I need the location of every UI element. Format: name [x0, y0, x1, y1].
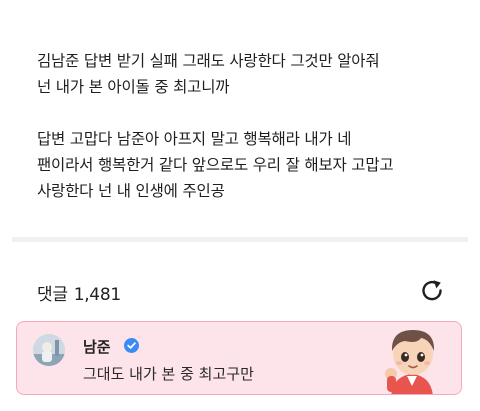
post-body: 김남준 답변 받기 실패 그래도 사랑한다 그것만 알아줘 넌 내가 본 아이돌… [37, 48, 457, 204]
post-paragraph-1: 김남준 답변 받기 실패 그래도 사랑한다 그것만 알아줘 넌 내가 본 아이돌… [37, 52, 380, 96]
character-sticker [377, 324, 447, 394]
verified-badge-icon [124, 338, 139, 353]
author-name[interactable]: 남준 [83, 336, 111, 357]
section-divider [12, 237, 468, 242]
avatar[interactable] [33, 334, 65, 366]
comments-count: 1,481 [73, 285, 121, 305]
refresh-icon[interactable] [418, 277, 446, 305]
comments-label: 댓글 [37, 285, 68, 305]
post-paragraph-2: 답변 고맙다 남준아 아프지 말고 행복해라 내가 네 팬이라서 행복한거 같다… [37, 130, 394, 200]
comment-text: 그대도 내가 본 중 최고구만 [83, 365, 254, 383]
artist-comment-card[interactable]: 남준 그대도 내가 본 중 최고구만 [16, 321, 462, 395]
comments-header: 댓글 1,481 [37, 280, 121, 305]
